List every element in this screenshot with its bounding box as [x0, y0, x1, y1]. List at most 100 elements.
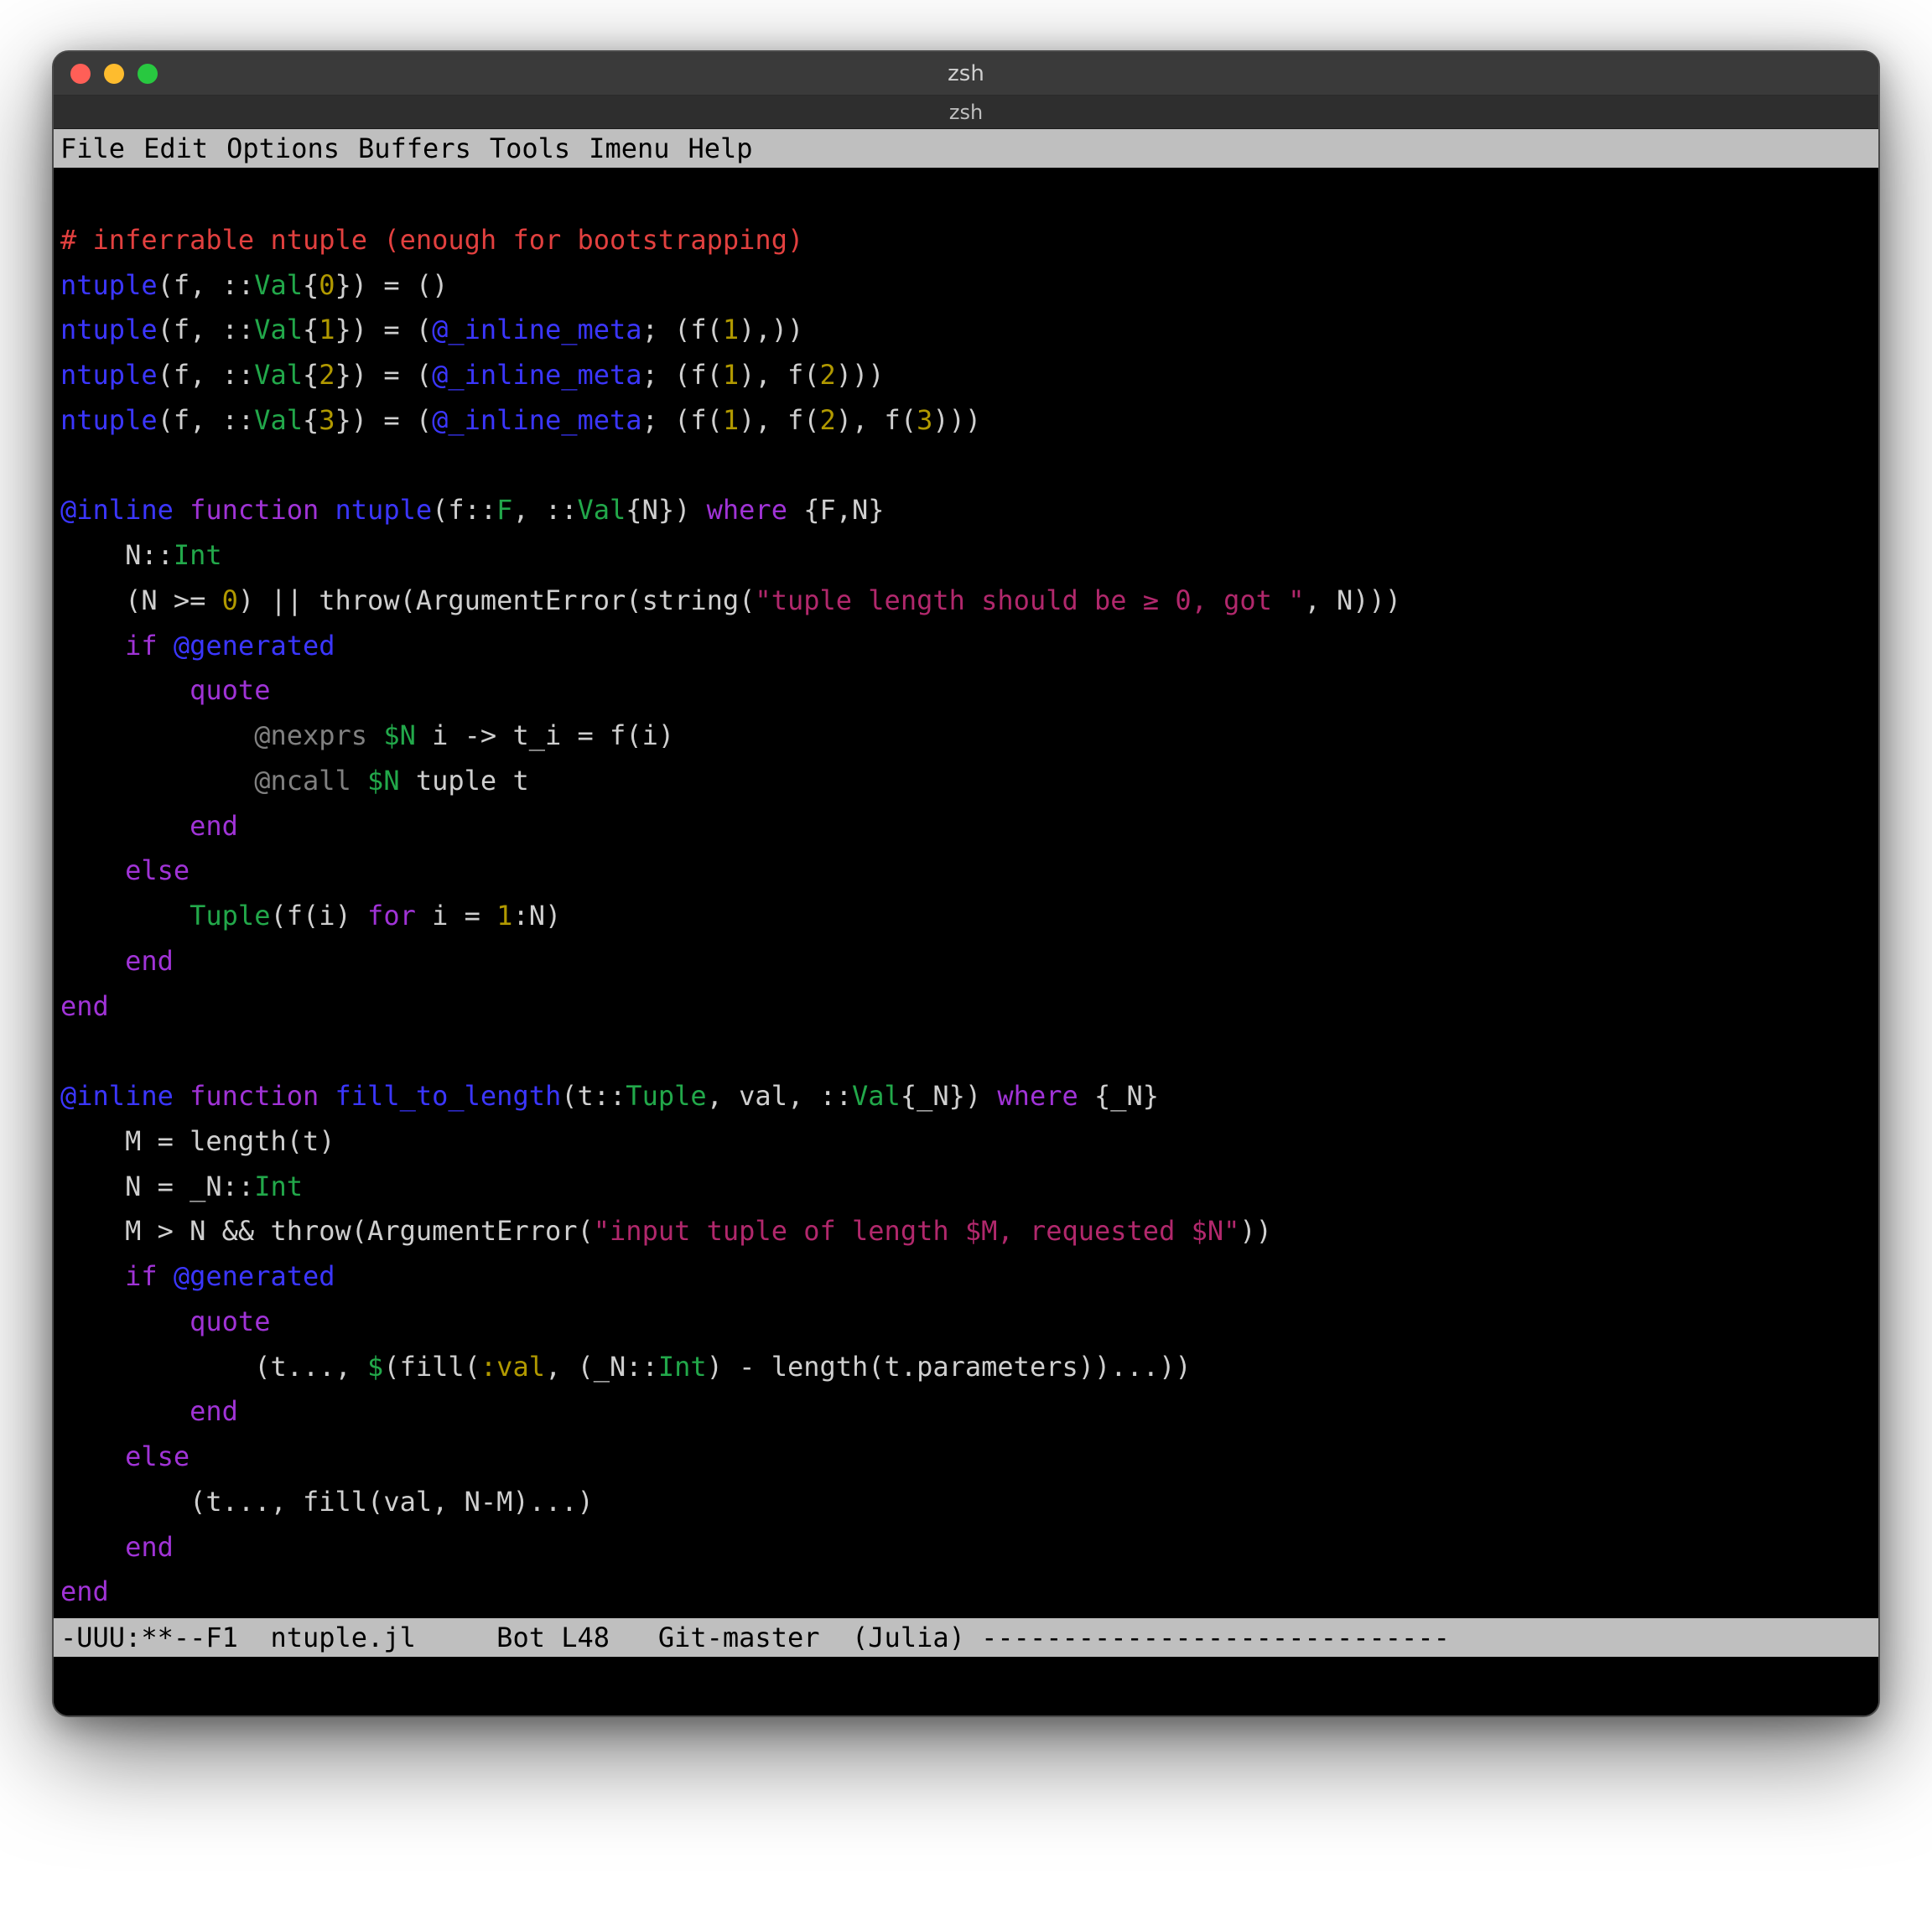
- code-token: [60, 810, 190, 842]
- code-token: @nexprs: [254, 719, 367, 751]
- code-token: ->: [465, 719, 497, 751]
- code-token: @_inline_meta: [432, 359, 641, 391]
- minibuffer[interactable]: [54, 1657, 1878, 1715]
- comment: # inferrable ntuple (enough for bootstra…: [60, 224, 803, 256]
- code-token: }) = (: [335, 314, 433, 345]
- modeline-text: -UUU:**--F1 ntuple.jl Bot L48 Git-master…: [60, 1622, 1450, 1653]
- emacs-menubar: File Edit Options Buffers Tools Imenu He…: [54, 129, 1878, 168]
- code-token: "tuple length should be ≥ 0, got ": [755, 584, 1304, 616]
- code-token: 3: [917, 404, 932, 436]
- code-token: [60, 1395, 190, 1427]
- code-token: [367, 719, 383, 751]
- code-token: (f, ::: [158, 269, 255, 301]
- code-token: 0: [319, 269, 335, 301]
- code-token: ), f(: [739, 404, 819, 436]
- close-icon[interactable]: [70, 64, 91, 84]
- code-token: (t...,: [60, 1351, 367, 1383]
- code-token: ntuple: [60, 314, 158, 345]
- code-token: ; (f(: [642, 314, 723, 345]
- window-title: zsh: [54, 61, 1878, 86]
- code-token: {_N}: [1078, 1080, 1159, 1112]
- editor-buffer[interactable]: # inferrable ntuple (enough for bootstra…: [54, 168, 1878, 1618]
- code-token: M > N && throw(ArgumentError(: [60, 1215, 594, 1247]
- code-token: (f, ::: [158, 404, 255, 436]
- code-token: ; (f(: [642, 359, 723, 391]
- code-token: where: [707, 494, 787, 526]
- code-token: t_i = f(i): [496, 719, 674, 751]
- code-token: {: [303, 314, 319, 345]
- code-token: Int: [658, 1351, 707, 1383]
- code-token: 0: [222, 584, 238, 616]
- code-token: {F,N}: [787, 494, 885, 526]
- code-token: :N): [512, 900, 561, 932]
- tab-bar: zsh: [54, 96, 1878, 129]
- code-token: {: [303, 404, 319, 436]
- code-token: @_inline_meta: [432, 314, 641, 345]
- code-token: (f, ::: [158, 314, 255, 345]
- code-token: function: [190, 494, 319, 526]
- code-token: 1: [723, 314, 739, 345]
- menu-edit[interactable]: Edit: [143, 132, 208, 164]
- code-token: [60, 1440, 125, 1472]
- code-token: quote: [190, 674, 270, 706]
- code-token: i: [416, 719, 465, 751]
- code-token: ) - length(t.parameters))...)): [707, 1351, 1192, 1383]
- code-token: (t..., fill(val, N-M)...): [60, 1486, 594, 1518]
- code-token: 1: [723, 404, 739, 436]
- code-token: , val, ::: [707, 1080, 852, 1112]
- code-token: {: [303, 269, 319, 301]
- code-token: else: [125, 854, 190, 886]
- menu-buffers[interactable]: Buffers: [358, 132, 471, 164]
- code-token: end: [60, 990, 109, 1022]
- menu-options[interactable]: Options: [226, 132, 340, 164]
- code-token: F: [496, 494, 512, 526]
- code-token: ))): [836, 359, 885, 391]
- code-token: end: [190, 1395, 238, 1427]
- code-token: end: [190, 810, 238, 842]
- menu-imenu[interactable]: Imenu: [589, 132, 669, 164]
- code-token: Val: [254, 269, 303, 301]
- code-token: [174, 1080, 190, 1112]
- code-token: , ::: [512, 494, 577, 526]
- code-token: quote: [190, 1305, 270, 1337]
- code-token: where: [997, 1080, 1078, 1112]
- code-token: [60, 765, 254, 797]
- maximize-icon[interactable]: [138, 64, 158, 84]
- code-token: [60, 1305, 190, 1337]
- code-token: (N >=: [60, 584, 222, 616]
- code-token: 2: [319, 359, 335, 391]
- code-token: [60, 945, 125, 977]
- window-titlebar[interactable]: zsh: [54, 52, 1878, 96]
- code-token: Val: [254, 404, 303, 436]
- code-token: @generated: [174, 630, 335, 662]
- code-token: Val: [578, 494, 626, 526]
- tab-zsh[interactable]: zsh: [949, 101, 983, 124]
- menu-tools[interactable]: Tools: [490, 132, 570, 164]
- code-token: ntuple: [60, 404, 158, 436]
- code-token: {_N}): [901, 1080, 998, 1112]
- minimize-icon[interactable]: [104, 64, 124, 84]
- code-token: [351, 765, 367, 797]
- code-token: Int: [254, 1170, 303, 1202]
- code-token: Tuple: [190, 900, 270, 932]
- code-token: [158, 1260, 174, 1292]
- code-token: [60, 630, 125, 662]
- code-token: [60, 900, 190, 932]
- code-token: (f, ::: [158, 359, 255, 391]
- code-token: ),)): [739, 314, 803, 345]
- menu-file[interactable]: File: [60, 132, 125, 164]
- code-token: [158, 630, 174, 662]
- code-token: @ncall: [254, 765, 351, 797]
- code-token: "input tuple of length $M, requested $N": [594, 1215, 1240, 1247]
- code-token: $: [367, 1351, 383, 1383]
- code-token: N = _N::: [60, 1170, 254, 1202]
- code-token: fill_to_length: [335, 1080, 562, 1112]
- code-token: ; (f(: [642, 404, 723, 436]
- code-token: tuple t: [400, 765, 529, 797]
- menu-help[interactable]: Help: [688, 132, 753, 164]
- code-token: [319, 1080, 335, 1112]
- code-token: [319, 494, 335, 526]
- code-token: if: [125, 630, 158, 662]
- code-token: , N))): [1304, 584, 1401, 616]
- code-token: , (_N::: [545, 1351, 658, 1383]
